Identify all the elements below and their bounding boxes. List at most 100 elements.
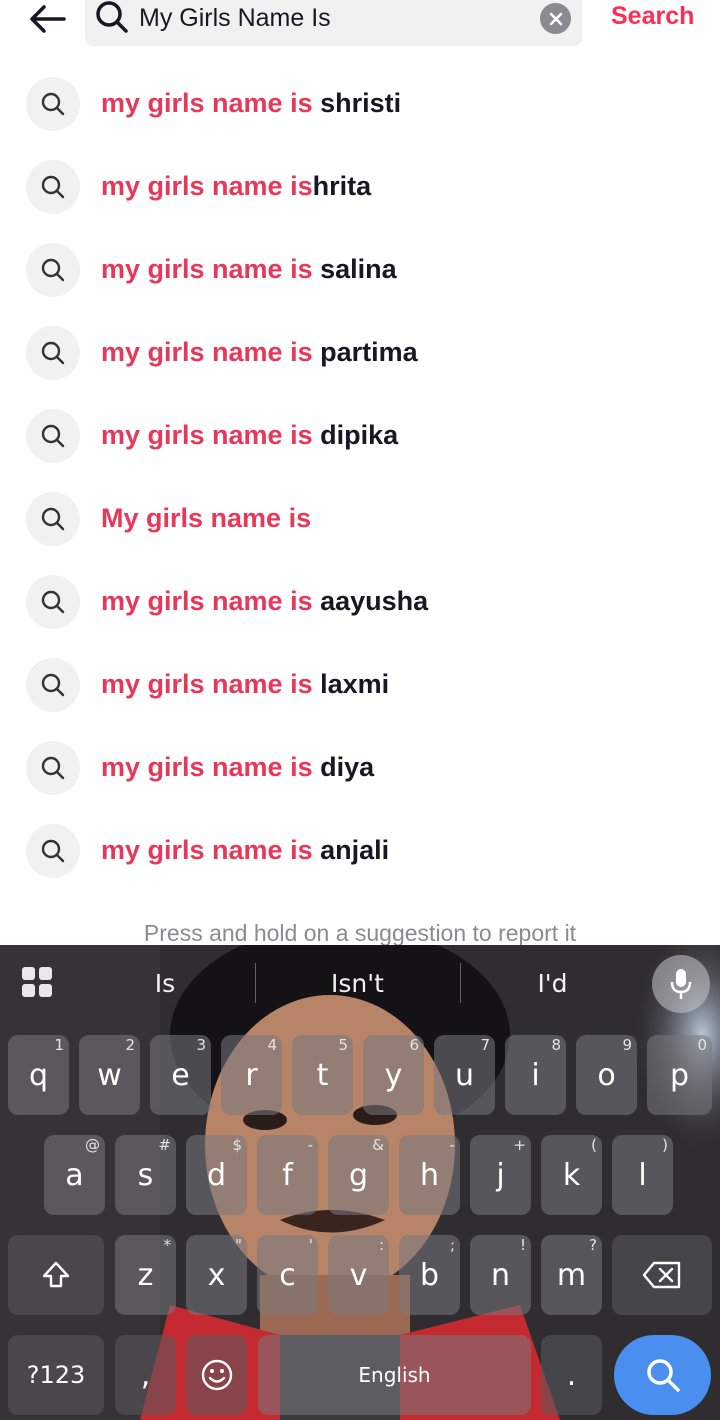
- prediction-3[interactable]: I'd: [510, 969, 595, 998]
- search-header: Search: [0, 0, 720, 60]
- close-icon: [549, 12, 562, 25]
- key-label: f: [282, 1157, 293, 1193]
- key-a[interactable]: a @: [44, 1135, 105, 1215]
- prediction-divider: [460, 963, 461, 1003]
- suggestion-match: my girls name is: [101, 835, 313, 865]
- search-icon: [96, 1, 128, 33]
- prediction-2[interactable]: Isn't: [305, 969, 410, 998]
- prediction-1[interactable]: Is: [120, 969, 210, 998]
- suggestion-match: my girls name is: [101, 586, 313, 616]
- key-label: n: [490, 1257, 510, 1293]
- search-icon: [26, 492, 80, 546]
- suggestion-match: my girls name is: [101, 669, 313, 699]
- search-box[interactable]: [85, 0, 582, 46]
- key-x[interactable]: x ": [186, 1235, 247, 1315]
- suggestion-text: my girls name is anjali: [101, 835, 389, 866]
- report-hint-text: Press and hold on a suggestion to report…: [143, 920, 577, 946]
- suggestion-item[interactable]: my girls name is dipika: [0, 394, 720, 477]
- key-k[interactable]: k(: [541, 1135, 602, 1215]
- key-f[interactable]: f-: [257, 1135, 318, 1215]
- key-w[interactable]: w2: [79, 1035, 140, 1115]
- suggestion-item[interactable]: My girls name is: [0, 477, 720, 560]
- key-b[interactable]: b;: [399, 1235, 460, 1315]
- search-input[interactable]: [139, 0, 529, 38]
- suggestion-item[interactable]: my girls name is diya: [0, 726, 720, 809]
- symbols-key[interactable]: ?123: [8, 1335, 104, 1415]
- suggestion-item[interactable]: my girls name is aayusha: [0, 560, 720, 643]
- key-l[interactable]: l): [612, 1135, 673, 1215]
- suggestion-text: my girls name is laxmi: [101, 669, 389, 700]
- suggestion-item[interactable]: my girls name is partima: [0, 311, 720, 394]
- key-hint: 8: [551, 1036, 561, 1054]
- key-hint: 1: [54, 1036, 64, 1054]
- search-icon: [26, 243, 80, 297]
- key-v[interactable]: v:: [328, 1235, 389, 1315]
- suggestion-match: my girls name is: [101, 171, 313, 201]
- key-u[interactable]: u7: [434, 1035, 495, 1115]
- shift-key[interactable]: [8, 1235, 104, 1315]
- key-label: d: [206, 1157, 227, 1193]
- emoji-key[interactable]: [186, 1335, 247, 1415]
- key-label: v: [349, 1257, 368, 1293]
- key-label: .: [566, 1357, 577, 1393]
- key-q[interactable]: q1: [8, 1035, 69, 1115]
- back-arrow-icon: [30, 5, 66, 33]
- key-h[interactable]: h-: [399, 1135, 460, 1215]
- key-c[interactable]: c ': [257, 1235, 318, 1315]
- key-e[interactable]: e3: [150, 1035, 211, 1115]
- key-t[interactable]: t5: [292, 1035, 353, 1115]
- backspace-key[interactable]: [612, 1235, 712, 1315]
- key-label: l: [638, 1157, 647, 1193]
- suggestion-text: my girls name is partima: [101, 337, 418, 368]
- space-label: English: [358, 1363, 431, 1387]
- key-label: k: [562, 1157, 581, 1193]
- key-hint: (: [591, 1136, 597, 1154]
- key-label: b: [419, 1257, 440, 1293]
- apps-grid-icon[interactable]: [22, 967, 54, 999]
- key-j[interactable]: j +: [470, 1135, 531, 1215]
- key-m[interactable]: m?: [541, 1235, 602, 1315]
- suggestion-item[interactable]: my girls name is salina: [0, 228, 720, 311]
- suggestion-match: my girls name is: [101, 337, 313, 367]
- back-button[interactable]: [22, 0, 72, 38]
- period-key[interactable]: .: [541, 1335, 602, 1415]
- key-p[interactable]: p0: [647, 1035, 712, 1115]
- key-n[interactable]: n!: [470, 1235, 531, 1315]
- key-i[interactable]: i8: [505, 1035, 566, 1115]
- key-label: h: [419, 1157, 439, 1193]
- key-label: ?123: [26, 1361, 86, 1389]
- suggestion-item[interactable]: my girls name is anjali: [0, 809, 720, 892]
- suggestion-item[interactable]: my girls name is laxmi: [0, 643, 720, 726]
- suggestion-item[interactable]: my girls name is shristi: [0, 62, 720, 145]
- key-r[interactable]: r4: [221, 1035, 282, 1115]
- key-o[interactable]: o9: [576, 1035, 637, 1115]
- clear-search-button[interactable]: [540, 3, 571, 34]
- key-hint: &: [372, 1136, 384, 1154]
- key-hint: *: [163, 1236, 172, 1254]
- space-key[interactable]: English: [258, 1335, 531, 1415]
- key-hint: 9: [622, 1036, 632, 1054]
- key-y[interactable]: y6: [363, 1035, 424, 1115]
- suggestion-match: my girls name is: [101, 88, 313, 118]
- soft-keyboard: Is Isn't I'd q1 w2 e3 r4 t5 y6 u7 i8 o9 …: [0, 945, 720, 1420]
- key-z[interactable]: z *: [115, 1235, 176, 1315]
- keyboard-search-key[interactable]: [614, 1335, 711, 1415]
- suggestion-completion: shristi: [312, 88, 402, 118]
- key-g[interactable]: g &: [328, 1135, 389, 1215]
- key-label: j: [496, 1157, 505, 1193]
- suggestion-completion: aayusha: [312, 586, 429, 616]
- voice-input-button[interactable]: [652, 955, 710, 1013]
- suggestion-completion: diya: [312, 752, 375, 782]
- key-s[interactable]: s #: [115, 1135, 176, 1215]
- suggestion-item[interactable]: my girls name ishrita: [0, 145, 720, 228]
- key-label: m: [556, 1257, 587, 1293]
- key-hint: ;: [449, 1236, 455, 1254]
- search-button[interactable]: Search: [611, 2, 694, 31]
- comma-key[interactable]: ,: [115, 1335, 176, 1415]
- key-d[interactable]: d $: [186, 1135, 247, 1215]
- backspace-icon: [642, 1261, 681, 1289]
- key-label: o: [597, 1057, 616, 1093]
- search-icon: [26, 575, 80, 629]
- suggestion-completion: dipika: [312, 420, 399, 450]
- key-hint: ': [308, 1236, 313, 1254]
